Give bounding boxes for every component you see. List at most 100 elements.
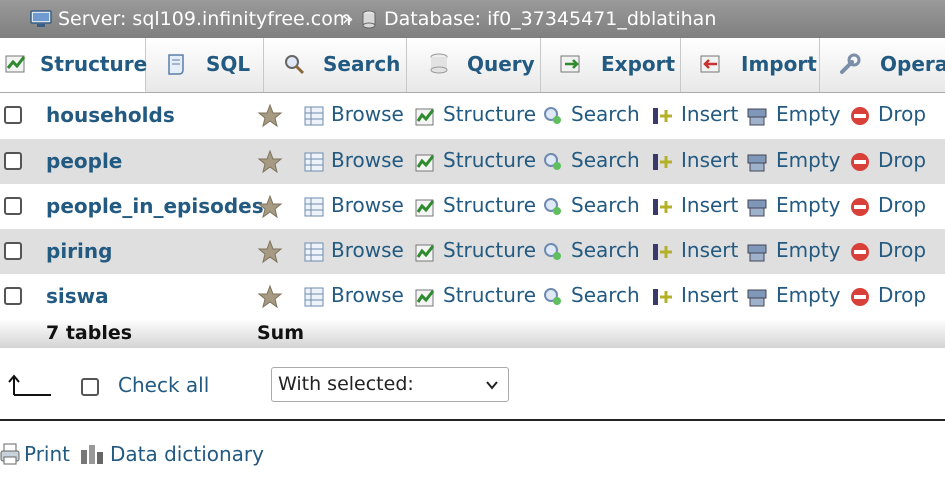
table-name-link[interactable]: siswa (46, 274, 109, 319)
database-icon (362, 10, 376, 29)
table-name-link[interactable]: people_in_episodes (46, 184, 264, 229)
arrow-up-icon (8, 374, 51, 396)
tab-structure-label: Structure (40, 52, 148, 76)
drop-action-link[interactable]: Drop (878, 93, 926, 136)
drop-icon (851, 107, 869, 125)
insert-icon (653, 244, 672, 260)
row-checkbox[interactable] (4, 106, 22, 124)
favorite-star-icon[interactable] (257, 284, 283, 310)
empty-icon (747, 108, 767, 126)
search-icon (544, 288, 561, 305)
favorite-star-icon[interactable] (257, 103, 283, 129)
tab-operations[interactable]: Operat (820, 38, 945, 92)
insert-action-link[interactable]: Insert (681, 184, 738, 227)
browse-icon (304, 287, 324, 307)
tab-export[interactable]: Export (541, 38, 681, 92)
empty-action-link[interactable]: Empty (776, 274, 841, 317)
table-name-link[interactable]: piring (46, 229, 112, 274)
structure-icon (415, 244, 435, 262)
search-action-link[interactable]: Search (571, 184, 640, 227)
favorite-star-icon[interactable] (257, 149, 283, 175)
browse-icon (304, 106, 324, 126)
empty-icon (747, 199, 767, 217)
favorite-star-icon[interactable] (257, 239, 283, 265)
structure-action-link[interactable]: Structure (443, 274, 536, 317)
data-dictionary-link[interactable]: Data dictionary (110, 442, 264, 466)
tab-export-label: Export (601, 52, 676, 76)
search-icon (544, 243, 561, 260)
tab-structure[interactable]: Structure (0, 38, 148, 92)
drop-action-link[interactable]: Drop (878, 139, 926, 182)
browse-action-link[interactable]: Browse (331, 139, 404, 182)
favorite-star-icon[interactable] (257, 194, 283, 220)
search-icon (544, 198, 561, 215)
print-link[interactable]: Print (24, 442, 70, 466)
wrench-icon (840, 53, 861, 74)
browse-action-link[interactable]: Browse (331, 184, 404, 227)
search-action-link[interactable]: Search (571, 229, 640, 272)
sql-icon (168, 54, 184, 75)
insert-icon (653, 154, 672, 170)
browse-icon (304, 242, 324, 262)
with-selected-value: With selected: (278, 373, 414, 395)
search-action-link[interactable]: Search (571, 93, 640, 136)
browse-action-link[interactable]: Browse (331, 229, 404, 272)
server-link[interactable]: Server: sql109.infinityfree.com (58, 0, 351, 38)
row-checkbox[interactable] (4, 242, 22, 260)
structure-action-link[interactable]: Structure (443, 229, 536, 272)
with-selected-select[interactable]: With selected: (271, 367, 509, 402)
insert-action-link[interactable]: Insert (681, 93, 738, 136)
database-link[interactable]: Database: if0_37345471_dblatihan (384, 0, 716, 38)
tab-import[interactable]: Import (681, 38, 820, 92)
insert-action-link[interactable]: Insert (681, 274, 738, 317)
browse-action-link[interactable]: Browse (331, 93, 404, 136)
drop-icon (851, 243, 869, 261)
structure-action-link[interactable]: Structure (443, 93, 536, 136)
breadcrumb: Server: sql109.infinityfree.com » Databa… (0, 0, 945, 38)
structure-icon (5, 55, 26, 73)
query-icon (430, 53, 448, 74)
structure-action-link[interactable]: Structure (443, 184, 536, 227)
print-icon (0, 443, 20, 465)
drop-icon (851, 288, 869, 306)
table-name-link[interactable]: people (46, 139, 122, 184)
structure-action-link[interactable]: Structure (443, 139, 536, 182)
tab-query-label: Query (467, 52, 535, 76)
insert-icon (653, 199, 672, 215)
empty-action-link[interactable]: Empty (776, 139, 841, 182)
search-action-link[interactable]: Search (571, 274, 640, 317)
empty-icon (747, 289, 767, 307)
tab-sql-label: SQL (206, 52, 251, 76)
drop-action-link[interactable]: Drop (878, 184, 926, 227)
search-action-link[interactable]: Search (571, 139, 640, 182)
empty-action-link[interactable]: Empty (776, 184, 841, 227)
check-all-label[interactable]: Check all (118, 373, 209, 397)
drop-icon (851, 153, 869, 171)
search-icon (544, 107, 561, 124)
structure-icon (415, 154, 435, 172)
browse-icon (304, 197, 324, 217)
empty-icon (747, 154, 767, 172)
insert-action-link[interactable]: Insert (681, 139, 738, 182)
empty-action-link[interactable]: Empty (776, 93, 841, 136)
table-name-link[interactable]: households (46, 93, 175, 138)
empty-action-link[interactable]: Empty (776, 229, 841, 272)
summary-row: 7 tables Sum (0, 319, 945, 348)
tab-search[interactable]: Search (264, 38, 407, 92)
row-checkbox[interactable] (4, 152, 22, 170)
insert-action-link[interactable]: Insert (681, 229, 738, 272)
check-all-checkbox[interactable] (81, 378, 99, 396)
row-checkbox[interactable] (4, 197, 22, 215)
tab-query[interactable]: Query (407, 38, 541, 92)
drop-action-link[interactable]: Drop (878, 229, 926, 272)
sum-label: Sum (257, 322, 305, 344)
insert-icon (653, 289, 672, 305)
tab-import-label: Import (741, 52, 817, 76)
server-icon (30, 10, 52, 27)
chevron-down-icon (486, 381, 498, 390)
row-checkbox[interactable] (4, 287, 22, 305)
search-icon (544, 153, 561, 170)
tab-sql[interactable]: SQL (146, 38, 264, 92)
browse-action-link[interactable]: Browse (331, 274, 404, 317)
drop-action-link[interactable]: Drop (878, 274, 926, 317)
